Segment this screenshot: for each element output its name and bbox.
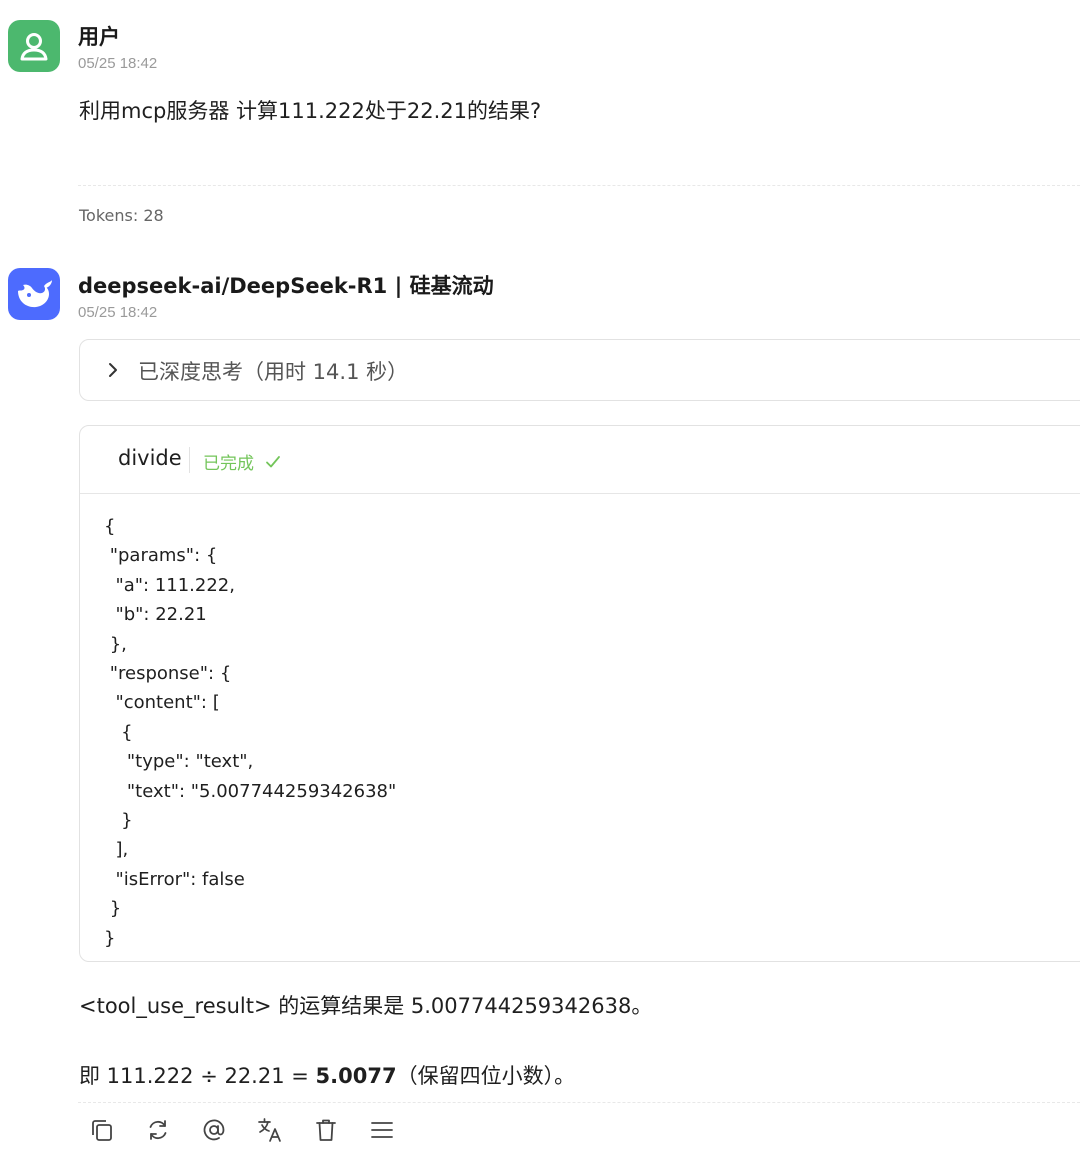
result-value: 5.0077 [315,1064,397,1088]
copy-icon [92,1120,112,1141]
delete-button[interactable] [310,1114,342,1146]
result-suffix: （保留四位小数）。 [396,1064,576,1088]
user-message-text: 利用mcp服务器 计算111.222处于22.21的结果? [79,99,542,123]
tool-status: 已完成 [203,449,282,474]
menu-icon [371,1122,393,1138]
user-avatar [8,20,60,72]
tool-call-card: divide 已完成 { "params": { "a": 111.222, "… [79,425,1080,962]
user-name: 用户 [78,25,120,49]
delete-icon [316,1119,336,1141]
tool-call-json: { "params": { "a": 111.222, "b": 22.21 }… [104,516,397,949]
message-divider [78,185,1080,186]
thinking-label: 已深度思考（用时 14.1 秒） [138,360,409,384]
thinking-toggle[interactable]: 已深度思考（用时 14.1 秒） [79,339,1080,401]
assistant-name: deepseek-ai/DeepSeek-R1 | 硅基流动 [78,274,494,298]
copy-button[interactable] [86,1114,118,1146]
mention-button[interactable] [198,1114,230,1146]
chevron-right-icon [109,363,117,377]
tool-header-separator [189,447,190,473]
result-prefix: 即 111.222 ÷ 22.21 = [79,1064,316,1088]
assistant-avatar [8,268,60,320]
tool-name: divide [118,446,182,470]
translate-icon [258,1118,281,1142]
token-count: Tokens: 28 [79,206,164,225]
translate-button[interactable] [254,1114,286,1146]
check-icon [266,455,280,467]
assistant-result-line-2: 即 111.222 ÷ 22.21 = 5.0077（保留四位小数）。 [79,1060,575,1090]
mention-icon [203,1119,225,1141]
assistant-message-time: 05/25 18:42 [78,304,158,321]
menu-button[interactable] [366,1114,398,1146]
user-message-time: 05/25 18:42 [78,55,158,72]
assistant-result-line-1: <tool_use_result> 的运算结果是 5.0077442593426… [79,994,653,1018]
tool-status-label: 已完成 [203,454,254,474]
tool-call-header[interactable]: divide 已完成 [80,426,1080,494]
whale-icon [18,280,52,308]
regenerate-icon [149,1120,167,1140]
actions-divider [78,1102,1080,1103]
regenerate-button[interactable] [142,1114,174,1146]
user-icon [20,33,48,61]
